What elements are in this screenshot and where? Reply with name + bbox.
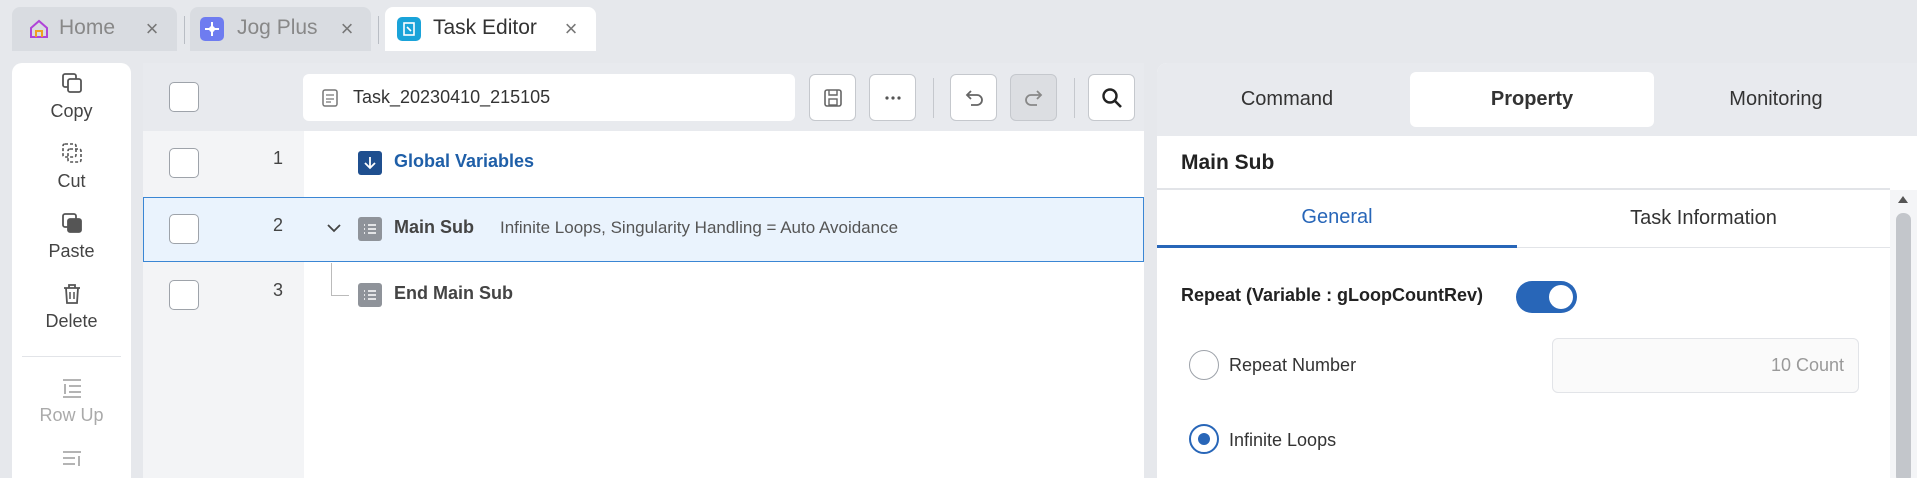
row-checkbox[interactable] [169, 280, 199, 310]
row-up-button[interactable]: Row Up [12, 375, 131, 426]
row-title: Main Sub [394, 217, 474, 237]
undo-icon [965, 89, 983, 106]
infinite-loops-label: Infinite Loops [1229, 430, 1337, 450]
table-row[interactable]: 2 Main Sub Infinite Loops, Singularity H… [143, 197, 1144, 262]
close-icon[interactable]: × [140, 16, 164, 41]
toggle-knob [1549, 285, 1573, 309]
tab-home[interactable]: Home × [12, 7, 177, 51]
row-title: Global Variables [394, 151, 535, 171]
tab-task-editor[interactable]: Task Editor × [385, 7, 596, 51]
more-button[interactable] [869, 74, 916, 121]
cut-label: Cut [57, 171, 86, 191]
cut-button[interactable]: Cut [12, 141, 131, 192]
task-name: Task_20230410_215105 [353, 87, 551, 107]
tab-command[interactable]: Command [1165, 72, 1409, 127]
row-title: End Main Sub [394, 283, 513, 303]
paste-button[interactable]: Paste [12, 211, 131, 262]
save-button[interactable] [809, 74, 856, 121]
row-description: Infinite Loops, Singularity Handling = A… [500, 218, 899, 237]
edit-toolbar: Copy Cut Paste Delete Row Up [12, 63, 131, 478]
editor-header: Task_20230410_215105 [143, 63, 1144, 131]
row-up-icon [62, 379, 81, 398]
save-icon [823, 88, 842, 107]
tab-divider [378, 16, 379, 44]
tab-strip: Home × Jog Plus × Task Editor × [0, 0, 1917, 52]
tab-monitoring[interactable]: Monitoring [1654, 72, 1898, 127]
header-divider [933, 78, 934, 118]
subtab-general[interactable]: General [1157, 190, 1517, 248]
tab-label: Task Editor [433, 16, 537, 39]
infinite-loops-radio[interactable] [1189, 424, 1219, 454]
header-divider [1074, 78, 1075, 118]
close-icon[interactable]: × [335, 16, 359, 41]
row-number: 2 [272, 215, 283, 235]
more-icon [884, 95, 901, 100]
close-icon[interactable]: × [559, 16, 583, 41]
count-input[interactable]: 10 Count [1552, 338, 1859, 393]
home-icon [27, 17, 51, 41]
table-row[interactable]: 3 End Main Sub [143, 263, 1144, 328]
tree-connector [331, 263, 349, 296]
undo-button[interactable] [950, 74, 997, 121]
delete-label: Delete [45, 311, 98, 331]
copy-icon [61, 73, 82, 93]
tab-label: Jog Plus [237, 16, 318, 39]
panel-tabs: Command Property Monitoring [1157, 63, 1917, 136]
row-up-label: Row Up [39, 405, 104, 425]
row-number: 1 [272, 148, 283, 168]
repeat-label: Repeat (Variable : gLoopCountRev) [1181, 285, 1484, 305]
count-value: 10 Count [1770, 355, 1844, 375]
panel-title: Main Sub [1181, 151, 1275, 174]
scroll-up-icon[interactable] [1898, 196, 1908, 203]
row-down-button[interactable] [12, 447, 131, 473]
repeat-number-label: Repeat Number [1229, 355, 1357, 375]
repeat-toggle[interactable] [1516, 281, 1577, 313]
arrow-down-icon [358, 151, 382, 175]
chevron-down-icon[interactable] [324, 218, 344, 243]
select-all-checkbox[interactable] [169, 82, 199, 112]
paste-label: Paste [48, 241, 95, 261]
tab-property[interactable]: Property [1410, 72, 1654, 127]
copy-button[interactable]: Copy [12, 71, 131, 122]
tab-jog-plus[interactable]: Jog Plus × [190, 7, 371, 51]
table-row[interactable]: 1 Global Variables [143, 131, 1144, 196]
list-icon [358, 217, 382, 241]
task-editor-icon [397, 17, 421, 41]
row-checkbox[interactable] [169, 214, 199, 244]
jog-icon [200, 17, 224, 41]
row-checkbox[interactable] [169, 148, 199, 178]
tab-divider [184, 16, 185, 44]
cut-icon [61, 143, 82, 163]
search-icon [1101, 87, 1122, 108]
paste-icon [61, 213, 82, 233]
delete-button[interactable]: Delete [12, 281, 131, 332]
redo-icon [1024, 89, 1042, 106]
list-icon [358, 283, 382, 307]
document-icon [322, 89, 338, 107]
redo-button[interactable] [1010, 74, 1057, 121]
trash-icon [63, 284, 80, 304]
tab-label: Home [59, 16, 116, 39]
scrollbar[interactable] [1890, 190, 1917, 478]
repeat-number-radio[interactable] [1189, 350, 1219, 380]
toolbar-divider [22, 356, 121, 357]
task-editor: Task_20230410_215105 1 Global Variables [143, 63, 1144, 478]
copy-label: Copy [50, 101, 93, 121]
scroll-thumb[interactable] [1896, 213, 1911, 478]
row-down-icon [62, 451, 81, 466]
search-button[interactable] [1088, 74, 1135, 121]
subtab-task-information[interactable]: Task Information [1517, 190, 1890, 248]
row-number: 3 [272, 280, 283, 300]
task-name-field[interactable]: Task_20230410_215105 [303, 74, 795, 121]
property-panel: Command Property Monitoring Main Sub Gen… [1157, 63, 1917, 478]
